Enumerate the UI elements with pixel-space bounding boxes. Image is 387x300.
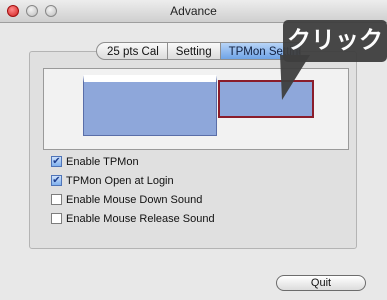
quit-button[interactable]: Quit <box>276 275 366 291</box>
callout-pointer <box>280 55 310 100</box>
tab-25pts-cal[interactable]: 25 pts Cal <box>96 42 168 60</box>
checkbox-unchecked-icon[interactable] <box>51 194 62 205</box>
option-label: Enable Mouse Down Sound <box>66 193 203 206</box>
options-list: ✔ Enable TPMon ✔ TPMon Open at Login Ena… <box>51 152 215 228</box>
checkbox-unchecked-icon[interactable] <box>51 213 62 224</box>
checkbox-checked-icon[interactable]: ✔ <box>51 175 62 186</box>
option-label: TPMon Open at Login <box>66 174 174 187</box>
option-open-at-login[interactable]: ✔ TPMon Open at Login <box>51 171 215 190</box>
window-title: Advance <box>170 4 217 18</box>
option-label: Enable TPMon <box>66 155 139 168</box>
option-mouse-release-sound[interactable]: Enable Mouse Release Sound <box>51 209 215 228</box>
option-label: Enable Mouse Release Sound <box>66 212 215 225</box>
option-mouse-down-sound[interactable]: Enable Mouse Down Sound <box>51 190 215 209</box>
main-screen[interactable] <box>83 75 217 136</box>
checkbox-checked-icon[interactable]: ✔ <box>51 156 62 167</box>
tab-setting[interactable]: Setting <box>167 42 221 60</box>
option-enable-tpmon[interactable]: ✔ Enable TPMon <box>51 152 215 171</box>
